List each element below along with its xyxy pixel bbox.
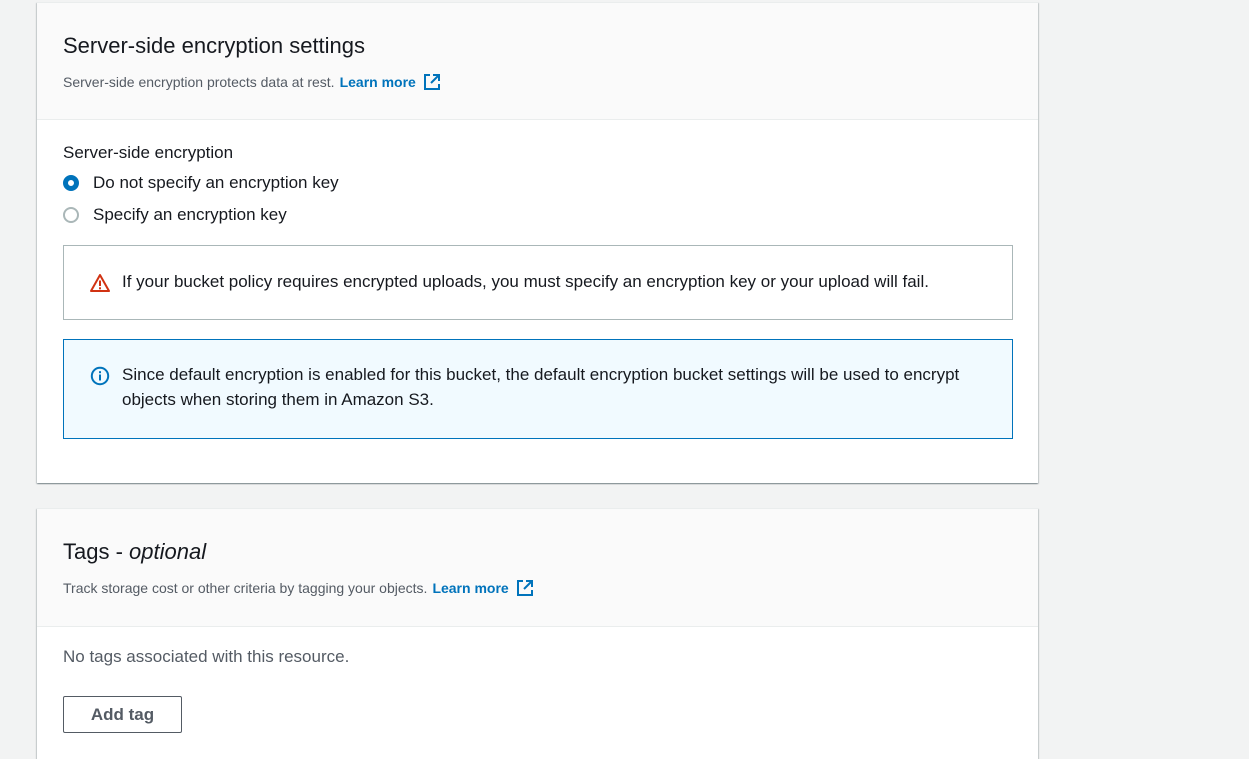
tags-panel-title: Tags - optional xyxy=(63,541,206,563)
add-tag-button[interactable]: Add tag xyxy=(63,696,182,733)
encryption-panel-title: Server-side encryption settings xyxy=(63,33,366,58)
radio-button-checked[interactable] xyxy=(63,175,79,191)
tags-title-optional: optional xyxy=(129,539,207,564)
warning-alert-text: If your bucket policy requires encrypted… xyxy=(122,272,929,291)
encryption-panel-description: Server-side encryption protects data at … xyxy=(63,73,441,91)
info-circle-icon xyxy=(90,366,110,386)
radio-button-unchecked[interactable] xyxy=(63,207,79,223)
tags-panel-header xyxy=(37,509,1038,627)
warning-triangle-icon xyxy=(90,274,110,292)
radio-no-encryption-key[interactable]: Do not specify an encryption key xyxy=(63,173,339,193)
tags-learn-more-link[interactable]: Learn more xyxy=(432,579,533,597)
tags-learn-more-label: Learn more xyxy=(432,580,509,596)
tags-panel: Tags - optional Track storage cost or ot… xyxy=(37,508,1038,759)
radio-label-no-key: Do not specify an encryption key xyxy=(93,173,339,192)
encryption-learn-more-link[interactable]: Learn more xyxy=(340,73,441,91)
encryption-field-label: Server-side encryption xyxy=(63,143,234,162)
external-link-icon xyxy=(423,74,440,90)
tags-description-text: Track storage cost or other criteria by … xyxy=(63,580,428,596)
encryption-learn-more-label: Learn more xyxy=(339,74,416,90)
radio-specify-encryption-key[interactable]: Specify an encryption key xyxy=(63,205,287,225)
radio-label-specify-key: Specify an encryption key xyxy=(93,205,287,224)
warning-alert: If your bucket policy requires encrypted… xyxy=(63,245,1013,320)
encryption-settings-panel: Server-side encryption settings Server-s… xyxy=(37,2,1038,483)
encryption-panel-header xyxy=(37,3,1038,120)
tags-title-main: Tags - xyxy=(63,539,130,564)
tags-empty-text: No tags associated with this resource. xyxy=(63,647,350,666)
encryption-description-text: Server-side encryption protects data at … xyxy=(63,74,335,90)
external-link-icon xyxy=(516,580,533,596)
info-alert-text: Since default encryption is enabled for … xyxy=(122,365,960,409)
tags-panel-description: Track storage cost or other criteria by … xyxy=(63,579,534,597)
info-alert: Since default encryption is enabled for … xyxy=(63,339,1013,439)
